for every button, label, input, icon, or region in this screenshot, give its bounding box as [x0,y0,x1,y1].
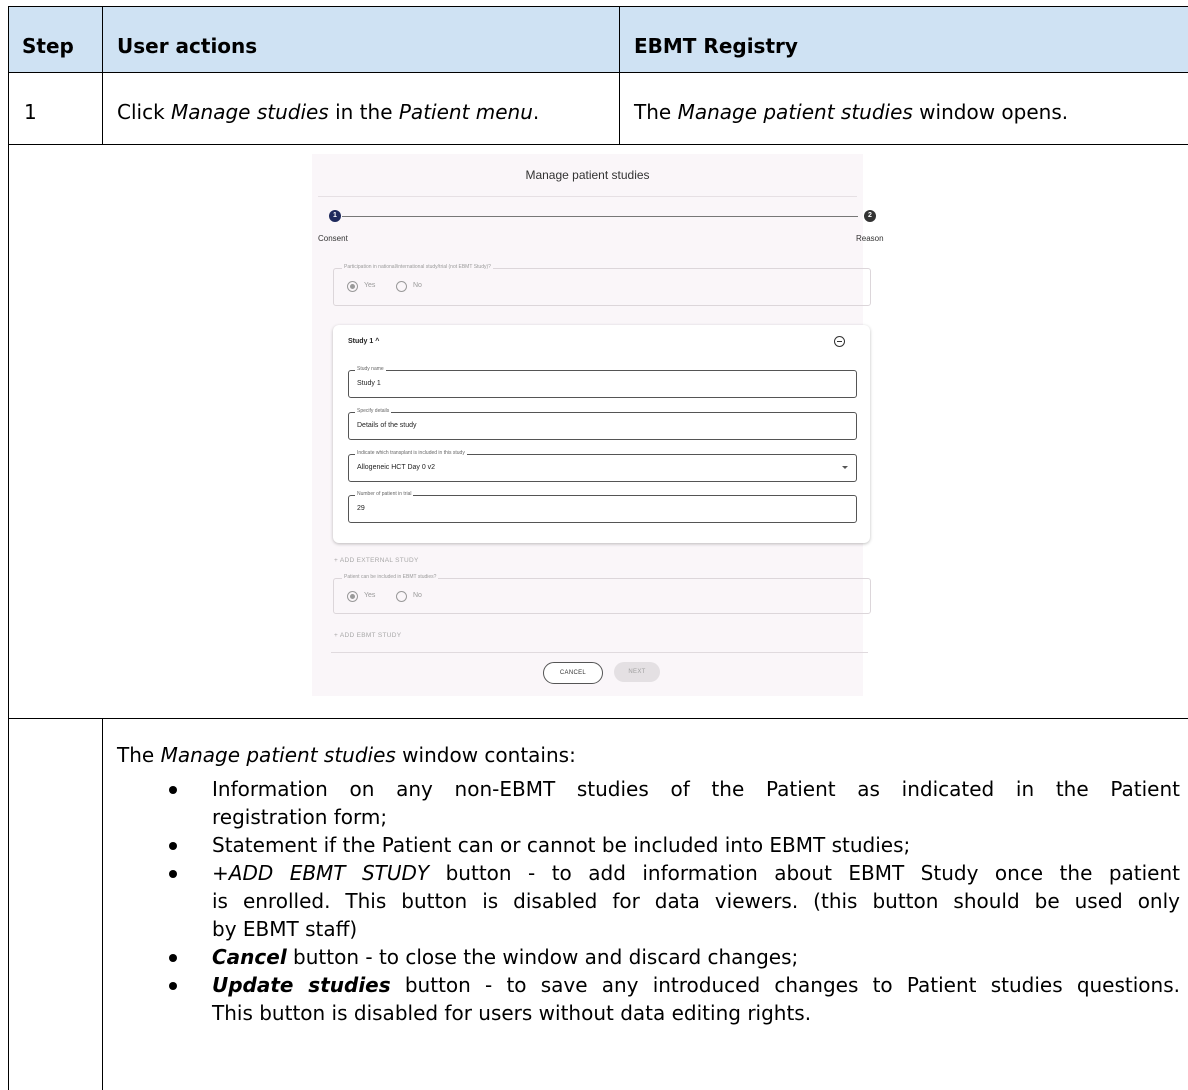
table-col-rule-1b [102,718,103,1090]
header-ebmt-registry: EBMT Registry [634,34,798,58]
footer-divider [331,652,868,653]
study-name-field[interactable]: Study name Study 1 [348,366,857,398]
radio-yes-participation[interactable] [347,281,358,292]
transplant-select-value: Allogeneic HCT Day 0 v2 [357,464,436,471]
bullet-4-line-1: Cancel button - to close the window and … [212,945,799,969]
specify-details-label: Specify details [355,408,392,414]
header-step: Step [22,34,74,58]
cancel-button[interactable]: CANCEL [543,662,603,684]
description-intro: The Manage patient studies window contai… [117,743,576,767]
table-col-rule-2 [619,6,620,144]
bullet-2-line-1: Statement if the Patient can or cannot b… [212,833,911,857]
dialog-title: Manage patient studies [525,168,650,182]
step-number: 1 [24,100,37,124]
step-2-icon[interactable]: 2 [864,210,876,222]
step-1-icon[interactable]: 1 [329,210,341,222]
transplant-select-label: Indicate which transplant is included in… [355,450,467,456]
step-2-label: Reason [856,234,884,243]
radio-yes-label: Yes [364,282,376,289]
registry-response-text: The Manage patient studies window opens. [634,100,1069,124]
bullet-5-line-2: This button is disabled for users withou… [212,1001,812,1025]
patients-in-trial-field[interactable]: Number of patient in trial 29 [348,491,857,523]
transplant-select[interactable]: Indicate which transplant is included in… [348,450,857,482]
next-button[interactable]: NEXT [614,662,660,682]
table-col-rule-1 [102,6,103,144]
bullet-3-line-1: +ADD EBMT STUDY button - to add informat… [212,861,1180,885]
header-user-actions: User actions [117,34,258,58]
patients-in-trial-label: Number of patient in trial [355,491,414,497]
study-name-value: Study 1 [357,380,381,387]
participation-legend: Participation in national/international … [342,264,493,270]
bullet-4 [169,954,177,962]
table-rule-1 [8,72,1188,73]
step-1-label: Consent [318,234,348,243]
bullet-2 [169,842,177,850]
bullet-5-line-1: Update studies button - to save any intr… [212,973,1180,997]
bullet-1 [169,786,177,794]
bullet-3-line-2: is enrolled. This button is disabled for… [212,889,1180,913]
ebmt-inclusion-legend: Patient can be included in EBMT studies? [342,574,439,580]
specify-details-value: Details of the study [357,422,417,429]
bullet-1-line-1: Information on any non-EBMT studies of t… [212,777,1180,801]
user-action-text: Click Manage studies in the Patient menu… [117,100,540,124]
bullet-1-line-2: registration form; [212,805,388,829]
specify-details-field[interactable]: Specify details Details of the study [348,408,857,440]
stepper-line [342,216,858,217]
study-card: Study 1 ^ Study name Study 1 Specify det… [333,325,870,543]
bullet-3 [169,870,177,878]
manage-patient-studies-screenshot: Manage patient studies 1 2 Consent Reaso… [312,154,884,696]
radio-no-ebmt-label: No [413,592,422,599]
chevron-down-icon[interactable] [842,466,848,469]
study-name-label: Study name [355,366,386,372]
radio-no-label: No [413,282,422,289]
title-divider [318,196,857,197]
radio-yes-ebmt[interactable] [347,591,358,602]
table-rule-2 [8,144,1188,145]
radio-no-ebmt[interactable] [396,591,407,602]
remove-study-icon[interactable] [834,336,845,347]
table-border-left [8,6,9,1090]
study-card-title[interactable]: Study 1 ^ [348,338,379,345]
table-rule-3 [8,718,1188,719]
table-border-top [8,6,1188,7]
add-ebmt-study-button[interactable]: + ADD EBMT STUDY [334,632,401,639]
radio-no-participation[interactable] [396,281,407,292]
add-external-study-button[interactable]: + ADD EXTERNAL STUDY [334,557,419,564]
bullet-3-line-3: by EBMT staff) [212,917,358,941]
patients-in-trial-value: 29 [357,505,365,512]
bullet-5 [169,982,177,990]
radio-yes-ebmt-label: Yes [364,592,376,599]
